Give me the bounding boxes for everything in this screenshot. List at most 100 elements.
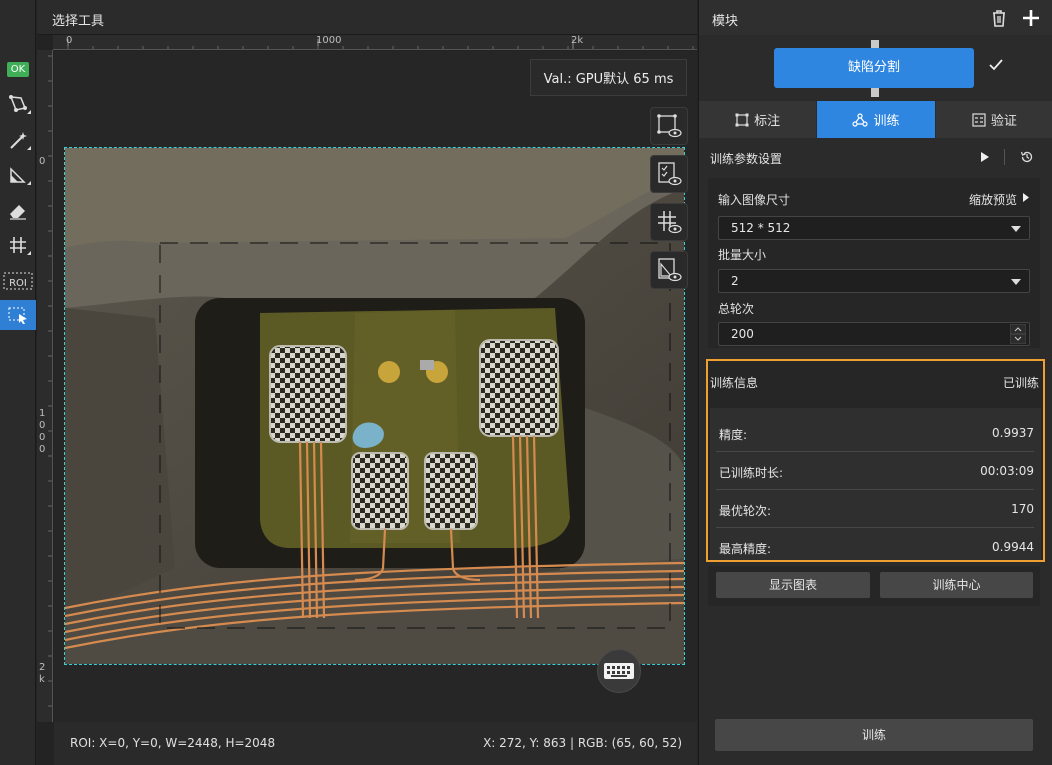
show-chart-button[interactable]: 显示图表 <box>716 572 870 598</box>
batch-size-label: 批量大小 <box>718 248 767 262</box>
module-tabs: 标注 训练 验证 <box>699 101 1052 138</box>
fill-tool-icon <box>10 167 26 183</box>
zoom-preview-label[interactable]: 缩放预览 <box>969 191 1017 208</box>
tab-annotate-label: 标注 <box>754 114 781 129</box>
training-info-header: 训练信息 已训练 <box>708 361 1043 406</box>
grid-tool-button[interactable] <box>0 230 36 260</box>
ruler-top-label: 1000 <box>316 35 342 46</box>
input-size-value: 512 * 512 <box>731 221 791 235</box>
image-viewport[interactable]: Val.: GPU默认 65 ms <box>54 51 697 722</box>
ruler-left: 0 1 0 0 0 2 k <box>37 50 53 722</box>
input-size-label: 输入图像尺寸 <box>718 193 791 207</box>
status-bar: ROI: X=0, Y=0, W=2448, H=2048 X: 272, Y:… <box>54 722 697 765</box>
polygon-tool-button[interactable] <box>0 89 36 119</box>
keyboard-shortcuts-button[interactable] <box>597 649 641 693</box>
ruler-left-label: 0 <box>39 156 46 167</box>
toggle-roi-visibility-button[interactable] <box>650 107 688 145</box>
annotate-icon <box>735 113 749 126</box>
left-toolbar: OK ROI <box>0 0 36 765</box>
toggle-annotation-visibility-button[interactable] <box>650 155 688 193</box>
training-params-header: 训练参数设置 <box>699 138 1052 176</box>
training-info-body: 精度: 0.9937 已训练时长: 00:03:09 最优轮次: 170 最高精… <box>710 408 1041 560</box>
epochs-value: 200 <box>731 327 754 341</box>
validate-icon <box>972 112 986 127</box>
info-row-duration: 已训练时长: 00:03:09 <box>716 452 1034 490</box>
roi-tool-label: ROI <box>9 278 27 289</box>
info-value: 170 <box>1011 502 1034 516</box>
training-info-box: 训练信息 已训练 精度: 0.9937 已训练时长: 00:03:09 最优轮次… <box>706 359 1045 562</box>
roi-tool-button[interactable]: ROI <box>0 266 36 296</box>
validation-time-label: Val.: GPU默认 65 ms <box>530 59 687 96</box>
training-center-button[interactable]: 训练中心 <box>880 572 1033 598</box>
trash-icon[interactable] <box>989 8 1009 28</box>
cursor-status: X: 272, Y: 863 | RGB: (65, 60, 52) <box>483 736 682 750</box>
toggle-grid-visibility-button[interactable] <box>650 203 688 241</box>
batch-size-value: 2 <box>731 274 739 288</box>
ruler-left-label: 1 0 0 0 <box>39 408 46 455</box>
history-icon[interactable] <box>1020 150 1034 164</box>
training-params-box: 输入图像尺寸 缩放预览 512 * 512 批量大小 2 总轮次 200 <box>708 178 1040 348</box>
tab-annotate[interactable]: 标注 <box>699 101 817 138</box>
info-row-accuracy: 精度: 0.9937 <box>716 414 1034 452</box>
tab-validate[interactable]: 验证 <box>935 101 1052 138</box>
stepper-arrows-icon[interactable] <box>1010 324 1026 344</box>
info-row-best-accuracy: 最高精度: 0.9944 <box>716 528 1034 566</box>
tab-validate-label: 验证 <box>990 114 1017 129</box>
chevron-down-icon <box>1011 226 1021 232</box>
module-pipeline: 缺陷分割 <box>699 35 1052 100</box>
toggle-mask-visibility-button[interactable] <box>650 251 688 289</box>
eraser-button[interactable] <box>0 195 36 225</box>
info-row-best-epoch: 最优轮次: 170 <box>716 490 1034 528</box>
info-value: 00:03:09 <box>980 464 1034 478</box>
info-label: 精度: <box>719 428 748 442</box>
info-label: 已训练时长: <box>719 466 784 480</box>
tab-train[interactable]: 训练 <box>817 101 935 138</box>
defect-segmentation-module-button[interactable]: 缺陷分割 <box>774 48 974 88</box>
ok-status-badge: OK <box>7 62 29 77</box>
module-title: 模块 <box>712 14 739 29</box>
play-icon[interactable] <box>980 151 990 163</box>
select-tool-button[interactable] <box>0 300 36 330</box>
epochs-label: 总轮次 <box>718 302 755 316</box>
mask-visibility-icon <box>658 258 682 282</box>
polygon-tool-icon <box>9 95 27 112</box>
chevron-down-icon <box>1011 279 1021 285</box>
grid-tool-icon <box>10 237 26 253</box>
add-icon[interactable] <box>1021 8 1041 28</box>
ruler-left-label: 2 k <box>39 662 46 685</box>
module-header: 模块 <box>699 0 1052 35</box>
annotation-visibility-icon <box>658 162 682 186</box>
training-params-title: 训练参数设置 <box>710 152 783 166</box>
canvas-header: 选择工具 <box>37 0 697 35</box>
eraser-icon <box>10 205 26 220</box>
info-value: 0.9937 <box>992 426 1034 440</box>
tab-train-label: 训练 <box>873 114 900 129</box>
train-icon <box>852 112 869 127</box>
ruler-top-label: 2k <box>571 35 584 46</box>
check-icon <box>989 59 1003 71</box>
info-label: 最高精度: <box>719 542 772 556</box>
magic-wand-icon <box>10 132 27 149</box>
epochs-stepper[interactable]: 200 <box>718 322 1030 346</box>
fill-tool-button[interactable] <box>0 160 36 190</box>
info-actions: 显示图表 训练中心 <box>708 566 1040 606</box>
roi-status: ROI: X=0, Y=0, W=2448, H=2048 <box>70 736 276 750</box>
training-status: 已训练 <box>1002 376 1039 390</box>
input-size-select[interactable]: 512 * 512 <box>718 216 1030 240</box>
magic-wand-button[interactable] <box>0 125 36 155</box>
batch-size-select[interactable]: 2 <box>718 269 1030 293</box>
train-button[interactable]: 训练 <box>715 719 1033 751</box>
info-value: 0.9944 <box>992 540 1034 554</box>
canvas-title: 选择工具 <box>52 14 105 29</box>
roi-frame[interactable] <box>64 147 685 665</box>
info-label: 最优轮次: <box>719 504 772 518</box>
preview-play-icon[interactable] <box>1022 192 1030 203</box>
ruler-top-label: 0 <box>66 35 73 46</box>
roi-visibility-icon <box>657 114 682 138</box>
training-info-title: 训练信息 <box>710 376 759 390</box>
select-tool-icon <box>8 307 27 324</box>
keyboard-icon <box>604 663 634 679</box>
grid-visibility-icon <box>658 211 682 234</box>
roi-tool-icon: ROI <box>3 272 33 290</box>
ruler-top: 0 1000 2k <box>53 35 697 50</box>
